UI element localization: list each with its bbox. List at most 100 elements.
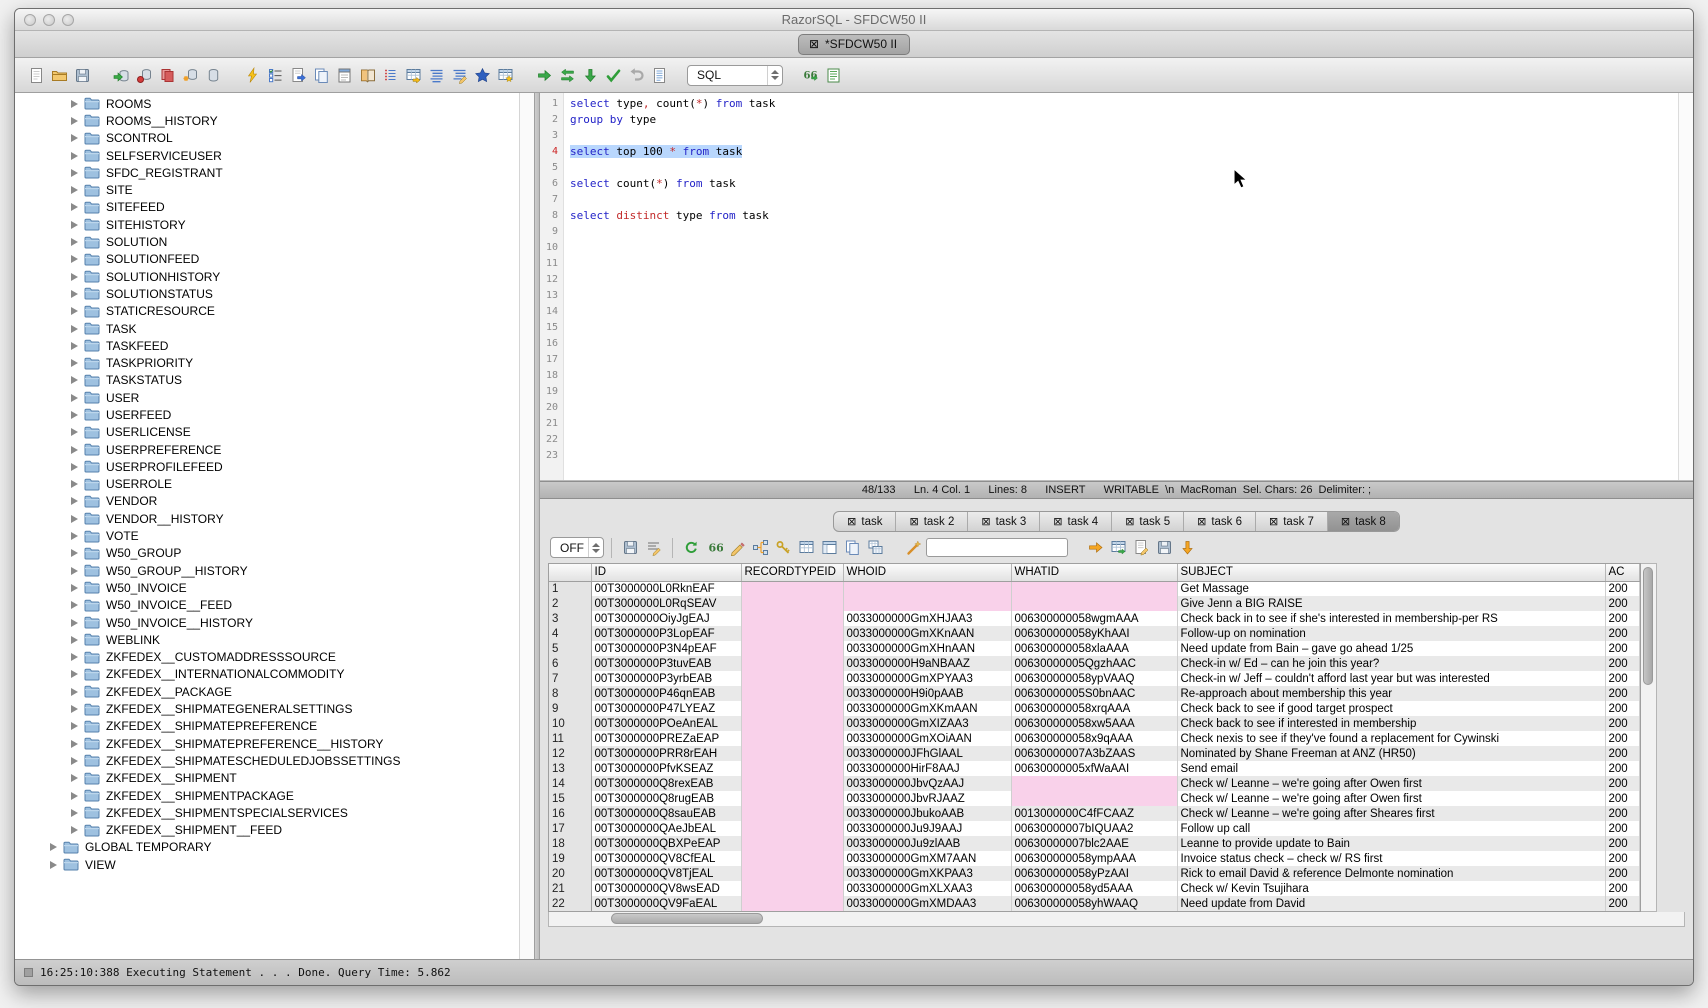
table-row[interactable]: 600T3000000P3tuvEAB0033000000H9aNBAAZ006… xyxy=(549,656,1639,671)
table-cell[interactable]: Check-in w/ Ed – can he join this year? xyxy=(1177,656,1605,671)
primary-key-icon[interactable] xyxy=(772,536,795,559)
tab-close-icon[interactable]: ⊠ xyxy=(1341,515,1350,528)
table-transfer-icon[interactable] xyxy=(402,64,425,87)
copy-icon[interactable] xyxy=(310,64,333,87)
results-tab-task-3[interactable]: ⊠task 3 xyxy=(968,512,1040,531)
table-cell[interactable]: 0033000000GmXKmAAN xyxy=(843,701,1011,716)
table-cell[interactable]: 200 xyxy=(1605,701,1639,716)
disclosure-triangle-icon[interactable] xyxy=(71,584,78,592)
table-cell[interactable]: Check back to see if good target prospec… xyxy=(1177,701,1605,716)
tree-item-rooms[interactable]: ROOMS xyxy=(15,95,519,112)
disclosure-triangle-icon[interactable] xyxy=(71,186,78,194)
tree-item-solutionfeed[interactable]: SOLUTIONFEED xyxy=(15,251,519,268)
table-cell[interactable] xyxy=(741,806,843,821)
table-cell[interactable] xyxy=(741,626,843,641)
tree-item-task[interactable]: TASK xyxy=(15,320,519,337)
database-object-tree[interactable]: ROOMSROOMS__HISTORYSCONTROLSELFSERVICEUS… xyxy=(15,93,519,959)
table-cell[interactable]: 200 xyxy=(1605,896,1639,911)
tab-close-icon[interactable]: ⊠ xyxy=(1269,515,1278,528)
table-cell[interactable]: 006300000058x9qAAA xyxy=(1011,731,1177,746)
tree-item-zkfedex-package[interactable]: ZKFEDEX__PACKAGE xyxy=(15,683,519,700)
tree-item-zkfedex-shipmatescheduledjobssettings[interactable]: ZKFEDEX__SHIPMATESCHEDULEDJOBSSETTINGS xyxy=(15,752,519,769)
disclosure-triangle-icon[interactable] xyxy=(71,273,78,281)
table-cell[interactable]: Check w/ Leanne – we're going after Shea… xyxy=(1177,806,1605,821)
disclosure-triangle-icon[interactable] xyxy=(71,567,78,575)
table-row[interactable]: 1800T3000000QBXPeEAP0033000000Ju9zlAAB00… xyxy=(549,836,1639,851)
table-cell[interactable]: 00T3000000PRR8rEAH xyxy=(591,746,741,761)
tree-item-userlicense[interactable]: USERLICENSE xyxy=(15,424,519,441)
tree-item-userrole[interactable]: USERROLE xyxy=(15,476,519,493)
fetch-icon[interactable] xyxy=(579,64,602,87)
sql-editor[interactable]: 1234567891011121314151617181920212223 se… xyxy=(540,93,1693,481)
disclosure-triangle-icon[interactable] xyxy=(71,117,78,125)
tree-item-scontrol[interactable]: SCONTROL xyxy=(15,130,519,147)
column-header-ac[interactable]: AC xyxy=(1605,564,1639,581)
table-cell[interactable]: 200 xyxy=(1605,581,1639,596)
tree-item-weblink[interactable]: WEBLINK xyxy=(15,631,519,648)
table-cell[interactable] xyxy=(741,821,843,836)
table-cell[interactable]: 00630000007bIQUAA2 xyxy=(1011,821,1177,836)
disclosure-triangle-icon[interactable] xyxy=(71,307,78,315)
code-line[interactable] xyxy=(570,432,1678,448)
table-cell[interactable]: Need update from Bain – gave go ahead 1/… xyxy=(1177,641,1605,656)
disclosure-triangle-icon[interactable] xyxy=(71,169,78,177)
code-line[interactable] xyxy=(570,160,1678,176)
table-cell[interactable]: Invoice status check – check w/ RS first xyxy=(1177,851,1605,866)
results-log-icon[interactable] xyxy=(822,64,845,87)
results-tab-task-8[interactable]: ⊠task 8 xyxy=(1328,512,1399,531)
code-line[interactable] xyxy=(570,304,1678,320)
code-line[interactable] xyxy=(570,320,1678,336)
tree-item-taskstatus[interactable]: TASKSTATUS xyxy=(15,372,519,389)
table-row[interactable]: 1500T3000000Q8rugEAB0033000000JbvRJAAZCh… xyxy=(549,791,1639,806)
table-cell[interactable] xyxy=(741,716,843,731)
table-cell[interactable]: 00T3000000Q8rexEAB xyxy=(591,776,741,791)
tree-item-zkfedex-shipment-feed[interactable]: ZKFEDEX__SHIPMENT__FEED xyxy=(15,821,519,838)
disclosure-triangle-icon[interactable] xyxy=(71,221,78,229)
table-cell[interactable] xyxy=(1011,791,1177,806)
tree-item-w50-invoice-history[interactable]: W50_INVOICE__HISTORY xyxy=(15,614,519,631)
table-cell[interactable]: 006300000058xw5AAA xyxy=(1011,716,1177,731)
table-cell[interactable]: 0033000000HirF8AAJ xyxy=(843,761,1011,776)
titlebar[interactable]: RazorSQL - SFDCW50 II xyxy=(15,9,1693,31)
table-cell[interactable]: 0033000000GmXOiAAN xyxy=(843,731,1011,746)
code-line[interactable]: select type, count(*) from task xyxy=(570,96,1678,112)
table-cell[interactable]: 00T3000000P3N4pEAF xyxy=(591,641,741,656)
tree-item-zkfedex-shipmatepreference-history[interactable]: ZKFEDEX__SHIPMATEPREFERENCE__HISTORY xyxy=(15,735,519,752)
save2-icon[interactable] xyxy=(1153,536,1176,559)
table-cell[interactable]: 0033000000JFhGlAAL xyxy=(843,746,1011,761)
table-row[interactable]: 1400T3000000Q8rexEAB0033000000JbvQzAAJCh… xyxy=(549,776,1639,791)
tree-item-user[interactable]: USER xyxy=(15,389,519,406)
table-cell[interactable]: 00T3000000QBXPeEAP xyxy=(591,836,741,851)
code-line[interactable] xyxy=(570,224,1678,240)
table-cell[interactable]: 00T3000000POeAnEAL xyxy=(591,716,741,731)
table-cell[interactable] xyxy=(741,881,843,896)
table-cell[interactable]: 200 xyxy=(1605,806,1639,821)
tree-item-selfserviceuser[interactable]: SELFSERVICEUSER xyxy=(15,147,519,164)
table-row[interactable]: 700T3000000P3yrbEAB0033000000GmXPYAA3006… xyxy=(549,671,1639,686)
node-link-icon[interactable] xyxy=(749,536,772,559)
disclosure-triangle-icon[interactable] xyxy=(71,601,78,609)
table-cell[interactable]: 00T3000000P3LopEAF xyxy=(591,626,741,641)
disclosure-triangle-icon[interactable] xyxy=(71,619,78,627)
tree-item-vote[interactable]: VOTE xyxy=(15,527,519,544)
new-file-icon[interactable] xyxy=(25,64,48,87)
table-row[interactable]: 1000T3000000POeAnEAL0033000000GmXIZAA300… xyxy=(549,716,1639,731)
code-line[interactable] xyxy=(570,192,1678,208)
table-cell[interactable]: 00T3000000L0RknEAF xyxy=(591,581,741,596)
table-cell[interactable]: 00T3000000Q8rugEAB xyxy=(591,791,741,806)
copy-icon[interactable] xyxy=(841,536,864,559)
table-row[interactable]: 1900T3000000QV8CfEAL0033000000GmXM7AAN00… xyxy=(549,851,1639,866)
table-cell[interactable]: 0033000000JbvRJAAZ xyxy=(843,791,1011,806)
table-cell[interactable]: 006300000058xlaAAA xyxy=(1011,641,1177,656)
bookmarks-icon[interactable] xyxy=(356,64,379,87)
table-row[interactable]: 500T3000000P3N4pEAF0033000000GmXHnAAN006… xyxy=(549,641,1639,656)
table-row[interactable]: 800T3000000P46qnEAB0033000000H9i0pAAB006… xyxy=(549,686,1639,701)
table-cell[interactable]: 00630000005xfWaAAI xyxy=(1011,761,1177,776)
table-cell[interactable]: 00630000005QgzhAAC xyxy=(1011,656,1177,671)
disclosure-triangle-icon[interactable] xyxy=(71,134,78,142)
tree-item-solutionstatus[interactable]: SOLUTIONSTATUS xyxy=(15,285,519,302)
save-icon[interactable] xyxy=(71,64,94,87)
close-connection-icon[interactable] xyxy=(156,64,179,87)
disclosure-triangle-icon[interactable] xyxy=(71,653,78,661)
table-favorite-icon[interactable] xyxy=(494,64,517,87)
